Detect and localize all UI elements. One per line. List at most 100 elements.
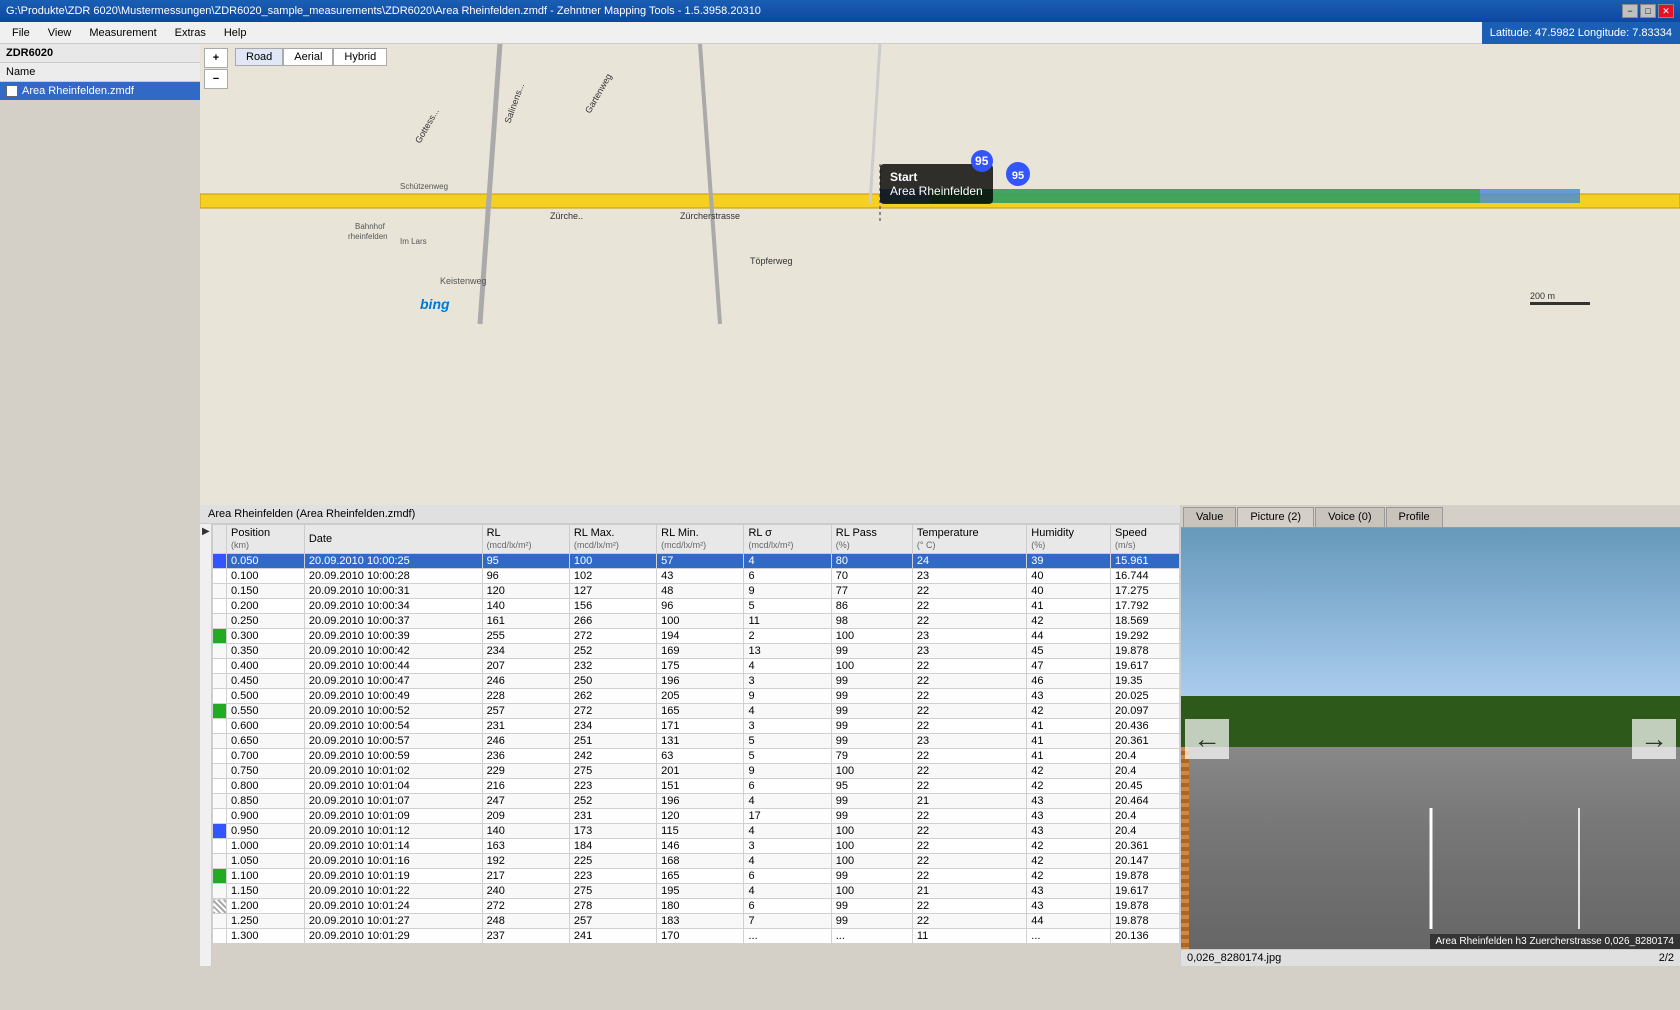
menu-help[interactable]: Help — [216, 25, 255, 41]
svg-text:Töpferweg: Töpferweg — [750, 256, 793, 266]
row-marker-cell — [213, 824, 227, 839]
minimize-button[interactable]: − — [1622, 4, 1638, 18]
right-panel: Value Picture (2) Voice (0) Profile — [1180, 505, 1680, 966]
cell-temperature: 23 — [912, 644, 1026, 659]
table-row[interactable]: 1.25020.09.2010 10:01:272482571837992244… — [213, 914, 1180, 929]
col-rl[interactable]: RL(mcd/lx/m²) — [482, 525, 569, 554]
col-position[interactable]: Position(km) — [227, 525, 305, 554]
table-row[interactable]: 0.70020.09.2010 10:00:592362426357922412… — [213, 749, 1180, 764]
cell-speed: 20.361 — [1111, 839, 1180, 854]
table-row[interactable]: 0.65020.09.2010 10:00:572462511315992341… — [213, 734, 1180, 749]
row-marker-cell — [213, 794, 227, 809]
tab-voice[interactable]: Voice (0) — [1315, 507, 1384, 527]
tab-profile[interactable]: Profile — [1386, 507, 1443, 527]
col-speed[interactable]: Speed(m/s) — [1111, 525, 1180, 554]
table-row[interactable]: 0.45020.09.2010 10:00:472462501963992246… — [213, 674, 1180, 689]
data-panel-header: Area Rheinfelden (Area Rheinfelden.zmdf) — [200, 505, 1180, 524]
cell-rl_max: 231 — [569, 809, 656, 824]
table-row[interactable]: 0.85020.09.2010 10:01:072472521964992143… — [213, 794, 1180, 809]
menu-measurement[interactable]: Measurement — [81, 25, 164, 41]
col-temperature[interactable]: Temperature(° C) — [912, 525, 1026, 554]
cell-rl: 255 — [482, 629, 569, 644]
table-row[interactable]: 0.75020.09.2010 10:01:022292752019100224… — [213, 764, 1180, 779]
table-row[interactable]: 0.95020.09.2010 10:01:121401731154100224… — [213, 824, 1180, 839]
svg-text:200 m: 200 m — [1530, 291, 1555, 301]
zdr-section-header: ZDR6020 — [0, 44, 200, 63]
col-humidity[interactable]: Humidity(%) — [1027, 525, 1111, 554]
zoom-in-button[interactable]: + — [204, 48, 228, 68]
table-row[interactable]: 0.20020.09.2010 10:00:341401569658622411… — [213, 599, 1180, 614]
table-row[interactable]: 0.55020.09.2010 10:00:522572721654992242… — [213, 704, 1180, 719]
col-date[interactable]: Date — [304, 525, 482, 554]
map-type-road[interactable]: Road — [235, 48, 283, 66]
map-type-hybrid[interactable]: Hybrid — [333, 48, 387, 66]
cell-rl_sigma: 6 — [744, 899, 831, 914]
cell-rl_pass: 99 — [831, 704, 912, 719]
image-nav-right[interactable]: → — [1632, 719, 1676, 759]
map-type-aerial[interactable]: Aerial — [283, 48, 333, 66]
row-marker-cell — [213, 704, 227, 719]
table-row[interactable]: 1.10020.09.2010 10:01:192172231656992242… — [213, 869, 1180, 884]
table-row[interactable]: 1.30020.09.2010 10:01:29237241170......1… — [213, 929, 1180, 944]
table-row[interactable]: 1.15020.09.2010 10:01:222402751954100214… — [213, 884, 1180, 899]
cell-temperature: 22 — [912, 599, 1026, 614]
cell-temperature: 22 — [912, 824, 1026, 839]
cell-position: 1.300 — [227, 929, 305, 944]
table-row[interactable]: 0.60020.09.2010 10:00:542312341713992241… — [213, 719, 1180, 734]
cell-date: 20.09.2010 10:00:39 — [304, 629, 482, 644]
cell-rl_sigma: ... — [744, 929, 831, 944]
row-marker-cell — [213, 779, 227, 794]
col-rl-sigma[interactable]: RL σ(mcd/lx/m²) — [744, 525, 831, 554]
cell-rl_pass: 100 — [831, 884, 912, 899]
cell-rl_pass: 99 — [831, 809, 912, 824]
menu-file[interactable]: File — [4, 25, 38, 41]
table-row[interactable]: 0.35020.09.2010 10:00:422342521691399234… — [213, 644, 1180, 659]
menu-view[interactable]: View — [40, 25, 80, 41]
cell-temperature: 22 — [912, 674, 1026, 689]
table-row[interactable]: 0.50020.09.2010 10:00:492282622059992243… — [213, 689, 1180, 704]
cell-speed: 19.878 — [1111, 869, 1180, 884]
table-row[interactable]: 0.40020.09.2010 10:00:442072321754100224… — [213, 659, 1180, 674]
cell-rl_pass: 99 — [831, 794, 912, 809]
menu-extras[interactable]: Extras — [167, 25, 214, 41]
image-nav-left[interactable]: ← — [1185, 719, 1229, 759]
table-row[interactable]: 1.05020.09.2010 10:01:161922251684100224… — [213, 854, 1180, 869]
table-row[interactable]: 0.15020.09.2010 10:00:311201274897722401… — [213, 584, 1180, 599]
table-row[interactable]: 0.25020.09.2010 10:00:371612661001198224… — [213, 614, 1180, 629]
col-rl-min[interactable]: RL Min.(mcd/lx/m²) — [657, 525, 744, 554]
tab-picture[interactable]: Picture (2) — [1237, 507, 1314, 527]
cell-temperature: 22 — [912, 719, 1026, 734]
cell-rl_max: 252 — [569, 794, 656, 809]
row-marker-cell — [213, 809, 227, 824]
cell-temperature: 22 — [912, 899, 1026, 914]
cell-rl: 240 — [482, 884, 569, 899]
col-rl-pass[interactable]: RL Pass(%) — [831, 525, 912, 554]
table-row[interactable]: 0.05020.09.2010 10:00:259510057480243915… — [213, 554, 1180, 569]
cell-rl_sigma: 3 — [744, 674, 831, 689]
cell-rl_max: 275 — [569, 884, 656, 899]
data-table-container[interactable]: Position(km) Date RL(mcd/lx/m²) RL Max.(… — [212, 524, 1180, 966]
cell-rl_pass: 99 — [831, 689, 912, 704]
col-rl-max[interactable]: RL Max.(mcd/lx/m²) — [569, 525, 656, 554]
map-area[interactable]: + − Road Aerial Hybrid — [200, 44, 1680, 505]
file-item[interactable]: ✓ Area Rheinfelden.zmdf — [0, 82, 200, 100]
table-row[interactable]: 0.30020.09.2010 10:00:392552721942100234… — [213, 629, 1180, 644]
cell-position: 1.100 — [227, 869, 305, 884]
tab-value[interactable]: Value — [1183, 507, 1236, 527]
table-row[interactable]: 1.00020.09.2010 10:01:141631841463100224… — [213, 839, 1180, 854]
bottom-row: Area Rheinfelden (Area Rheinfelden.zmdf)… — [200, 505, 1680, 966]
cell-temperature: 22 — [912, 764, 1026, 779]
zoom-out-button[interactable]: − — [204, 69, 228, 89]
table-row[interactable]: 1.20020.09.2010 10:01:242722781806992243… — [213, 899, 1180, 914]
maximize-button[interactable]: □ — [1640, 4, 1656, 18]
row-marker-cell — [213, 554, 227, 569]
table-row[interactable]: 0.10020.09.2010 10:00:289610243670234016… — [213, 569, 1180, 584]
cell-rl_min: 180 — [657, 899, 744, 914]
table-row[interactable]: 0.90020.09.2010 10:01:092092311201799224… — [213, 809, 1180, 824]
table-row[interactable]: 0.80020.09.2010 10:01:042162231516952242… — [213, 779, 1180, 794]
file-checkbox[interactable]: ✓ — [6, 85, 18, 97]
row-marker-cell — [213, 644, 227, 659]
menubar: File View Measurement Extras Help Latitu… — [0, 22, 1680, 44]
cell-rl_sigma: 9 — [744, 764, 831, 779]
close-button[interactable]: ✕ — [1658, 4, 1674, 18]
